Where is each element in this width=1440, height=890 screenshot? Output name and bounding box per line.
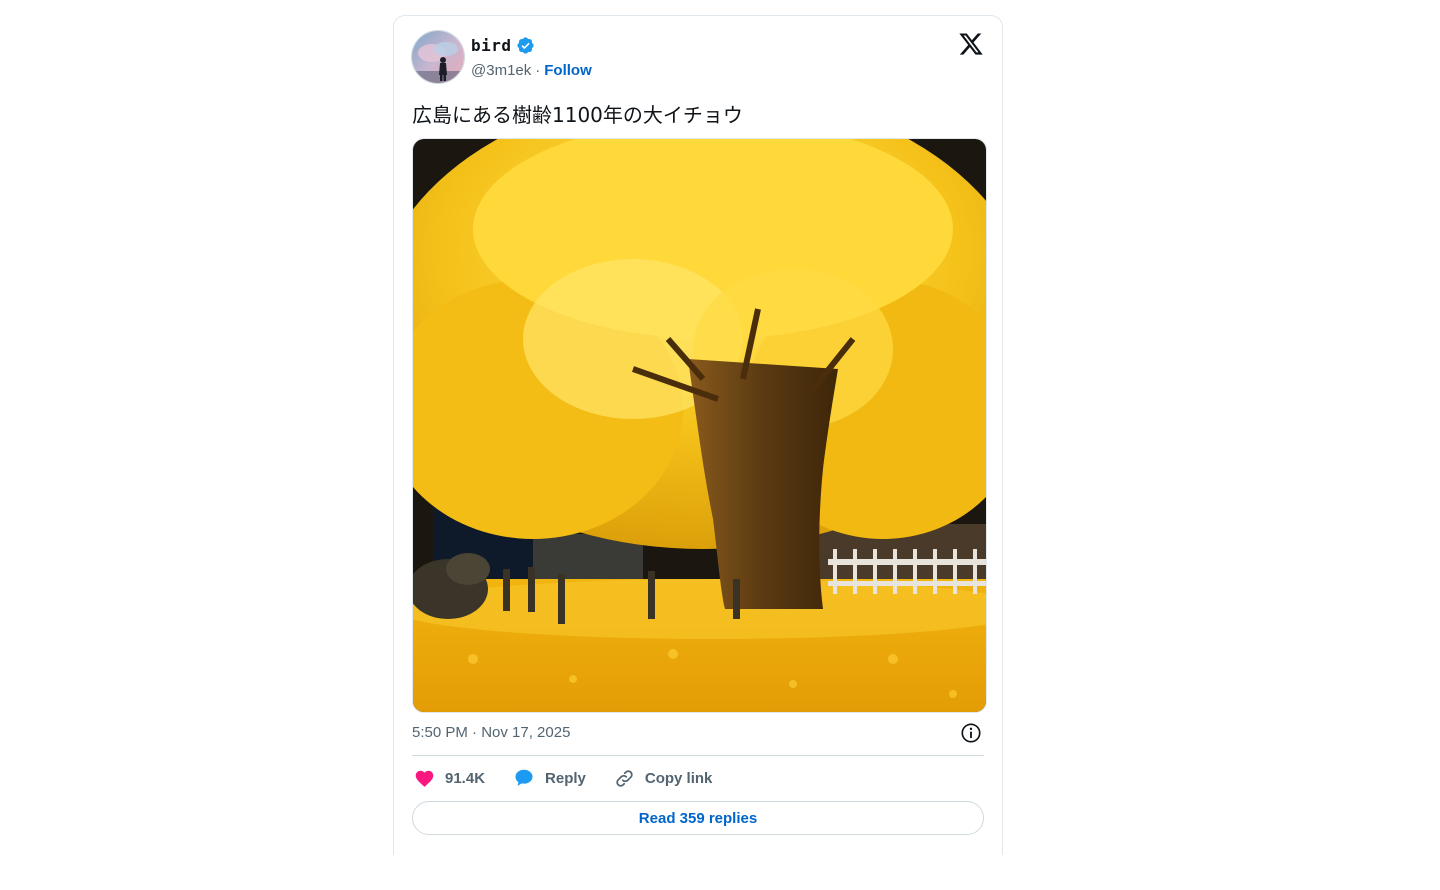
author-display-name[interactable]: bird (471, 36, 512, 55)
avatar[interactable] (411, 30, 465, 84)
author-name-row: bird (471, 36, 535, 55)
info-icon[interactable] (960, 722, 982, 744)
author-handle-row: @3m1ek · Follow (471, 62, 592, 79)
like-count: 91.4K (445, 769, 486, 787)
tweet-text: 広島にある樹齢1100年の大イチョウ (412, 103, 743, 127)
tweet-timestamp[interactable]: 5:50 PM · Nov 17, 2025 (412, 724, 570, 741)
reply-button[interactable]: Reply (513, 767, 586, 789)
read-replies-button[interactable]: Read 359 replies (412, 801, 984, 835)
follow-button[interactable]: Follow (544, 62, 592, 79)
link-icon (616, 769, 633, 787)
copy-link-button[interactable]: Copy link (614, 768, 713, 789)
x-logo-icon[interactable] (958, 31, 984, 57)
page: bird @3m1ek · Follow 広島にある樹齢1100年の大イチョウ (0, 0, 1440, 890)
verified-badge-icon (516, 37, 534, 54)
heart-icon (415, 770, 434, 787)
embedded-tweet-card: bird @3m1ek · Follow 広島にある樹齢1100年の大イチョウ (393, 15, 1003, 855)
separator-dot: · (535, 62, 541, 79)
like-button[interactable]: 91.4K (414, 768, 485, 789)
copy-link-label: Copy link (644, 769, 713, 787)
tweet-actions-bar: 91.4K Reply Copy link (414, 767, 740, 789)
speech-bubble-icon (515, 769, 533, 786)
tweet-photo[interactable] (412, 138, 987, 713)
reply-label: Reply (545, 769, 586, 787)
divider (412, 755, 984, 756)
author-handle[interactable]: @3m1ek (471, 62, 531, 79)
